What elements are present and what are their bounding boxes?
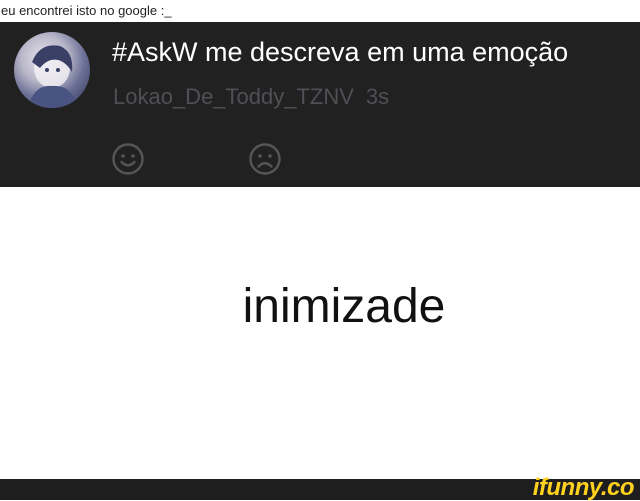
avatar[interactable] — [14, 32, 90, 108]
avatar-illustration-icon — [28, 45, 78, 108]
sad-face-icon[interactable] — [248, 142, 282, 176]
username[interactable]: Lokao_De_Toddy_TZNV — [113, 84, 354, 109]
timestamp: 3s — [365, 84, 390, 109]
caption-text: eu encontrei isto no google :_ — [0, 0, 640, 22]
post-card: #AskW me descreva em uma emoção Lokao_De… — [0, 22, 640, 187]
answer-panel: inimizade — [0, 187, 640, 479]
answer-text: inimizade — [242, 280, 446, 333]
smile-icon[interactable] — [111, 142, 145, 176]
post-meta: Lokao_De_Toddy_TZNV 3s — [113, 82, 389, 112]
footer-bar: ifunny.co — [0, 475, 640, 501]
ifunny-logo[interactable]: ifunny.co — [533, 475, 635, 501]
post-title: #AskW me descreva em uma emoção — [112, 37, 569, 67]
